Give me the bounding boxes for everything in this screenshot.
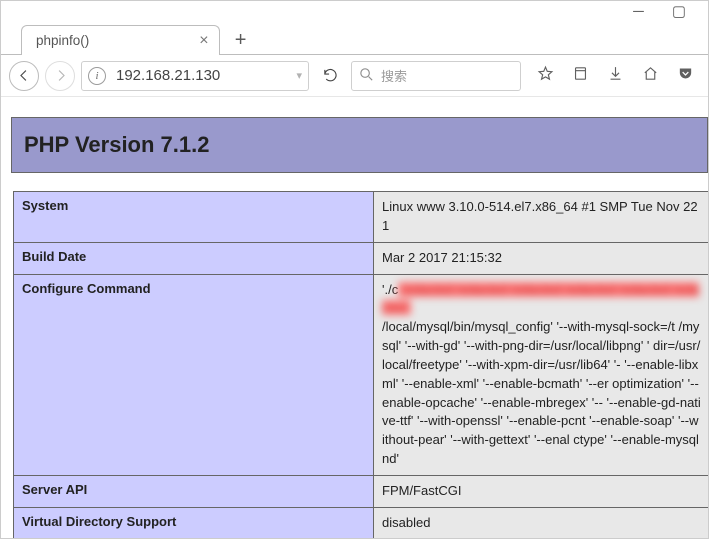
minimize-icon[interactable]: ─ [633, 3, 644, 20]
redacted-segment: redacted redacted redacted redacted reda… [382, 282, 699, 316]
viewport[interactable]: PHP Version 7.1.2 System Linux www 3.10.… [1, 97, 708, 538]
cell-val-system: Linux www 3.10.0-514.el7.x86_64 #1 SMP T… [374, 192, 709, 243]
cell-val-configure: './credacted redacted redacted redacted … [374, 274, 709, 475]
home-icon[interactable] [642, 65, 659, 87]
info-icon[interactable]: i [88, 67, 106, 85]
cell-key-system: System [14, 192, 374, 243]
search-placeholder: 搜索 [381, 66, 407, 85]
table-row: Server API FPM/FastCGI [14, 475, 709, 507]
address-bar[interactable]: i 192.168.21.130 ▾ [81, 61, 309, 91]
plus-icon: + [235, 29, 247, 52]
cell-val-build-date: Mar 2 2017 21:15:32 [374, 242, 709, 274]
arrow-left-icon [16, 67, 33, 84]
table-row: Configure Command './credacted redacted … [14, 274, 709, 475]
window-controls: ─ ▢ [1, 1, 708, 21]
pocket-icon[interactable] [677, 65, 694, 87]
reload-icon [322, 67, 339, 84]
configure-body: /local/mysql/bin/mysql_config' '--with-m… [382, 319, 701, 466]
url-text: 192.168.21.130 [114, 67, 288, 84]
cell-key-vdir: Virtual Directory Support [14, 507, 374, 538]
close-icon[interactable]: × [199, 33, 208, 49]
cell-key-server-api: Server API [14, 475, 374, 507]
table-row: Build Date Mar 2 2017 21:15:32 [14, 242, 709, 274]
tab-title: phpinfo() [36, 33, 89, 48]
arrow-right-icon [52, 67, 69, 84]
tab-strip: phpinfo() × + [1, 21, 708, 55]
phpinfo-table: System Linux www 3.10.0-514.el7.x86_64 #… [13, 191, 708, 538]
cell-key-configure: Configure Command [14, 274, 374, 475]
search-input[interactable]: 搜索 [351, 61, 521, 91]
browser-window: ─ ▢ phpinfo() × + i 192.168.21.130 ▾ [0, 0, 709, 539]
maximize-icon[interactable]: ▢ [672, 2, 686, 20]
forward-button[interactable] [45, 61, 75, 91]
library-icon[interactable] [572, 65, 589, 87]
back-button[interactable] [9, 61, 39, 91]
phpinfo-page: PHP Version 7.1.2 System Linux www 3.10.… [1, 97, 708, 538]
new-tab-button[interactable]: + [226, 26, 256, 54]
table-row: Virtual Directory Support disabled [14, 507, 709, 538]
download-icon[interactable] [607, 65, 624, 87]
search-icon [358, 66, 375, 86]
tab-phpinfo[interactable]: phpinfo() × [21, 25, 220, 55]
page-title: PHP Version 7.1.2 [24, 132, 695, 158]
toolbar: i 192.168.21.130 ▾ 搜索 [1, 55, 708, 97]
configure-prefix: './c [382, 282, 398, 297]
php-version-header: PHP Version 7.1.2 [11, 117, 708, 173]
toolbar-icons [527, 65, 700, 87]
cell-key-build-date: Build Date [14, 242, 374, 274]
cell-val-server-api: FPM/FastCGI [374, 475, 709, 507]
cell-val-vdir: disabled [374, 507, 709, 538]
reload-button[interactable] [315, 61, 345, 91]
chevron-down-icon[interactable]: ▾ [296, 69, 302, 82]
table-row: System Linux www 3.10.0-514.el7.x86_64 #… [14, 192, 709, 243]
bookmark-star-icon[interactable] [537, 65, 554, 87]
